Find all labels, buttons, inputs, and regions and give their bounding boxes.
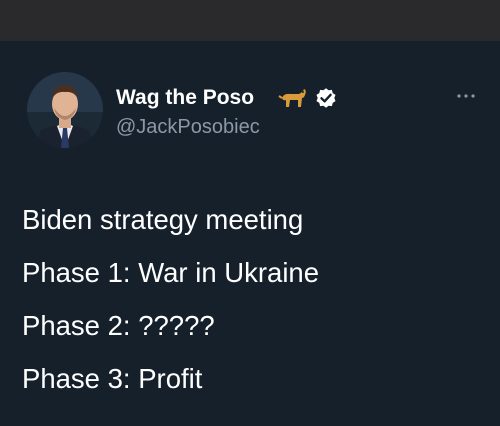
verified-icon — [316, 88, 336, 108]
tweet-line: Phase 2: ????? — [22, 310, 215, 341]
user-handle[interactable]: @JackPosobiec — [116, 115, 260, 139]
more-horizontal-icon[interactable] — [452, 89, 480, 103]
tweet-text: Biden strategy meeting Phase 1: War in U… — [22, 193, 319, 405]
tweet-line: Phase 3: Profit — [22, 363, 203, 394]
dog-icon — [278, 89, 306, 107]
display-name[interactable]: Wag the Poso — [116, 86, 254, 110]
tweet-line: Phase 1: War in Ukraine — [22, 257, 320, 288]
tweet-line: Biden strategy meeting — [22, 204, 304, 235]
profile-photo — [27, 72, 103, 148]
top-bar — [0, 0, 500, 41]
tweet-card: Wag the Poso @JackPosobiec Biden strateg… — [0, 41, 500, 426]
avatar[interactable] — [27, 72, 103, 148]
